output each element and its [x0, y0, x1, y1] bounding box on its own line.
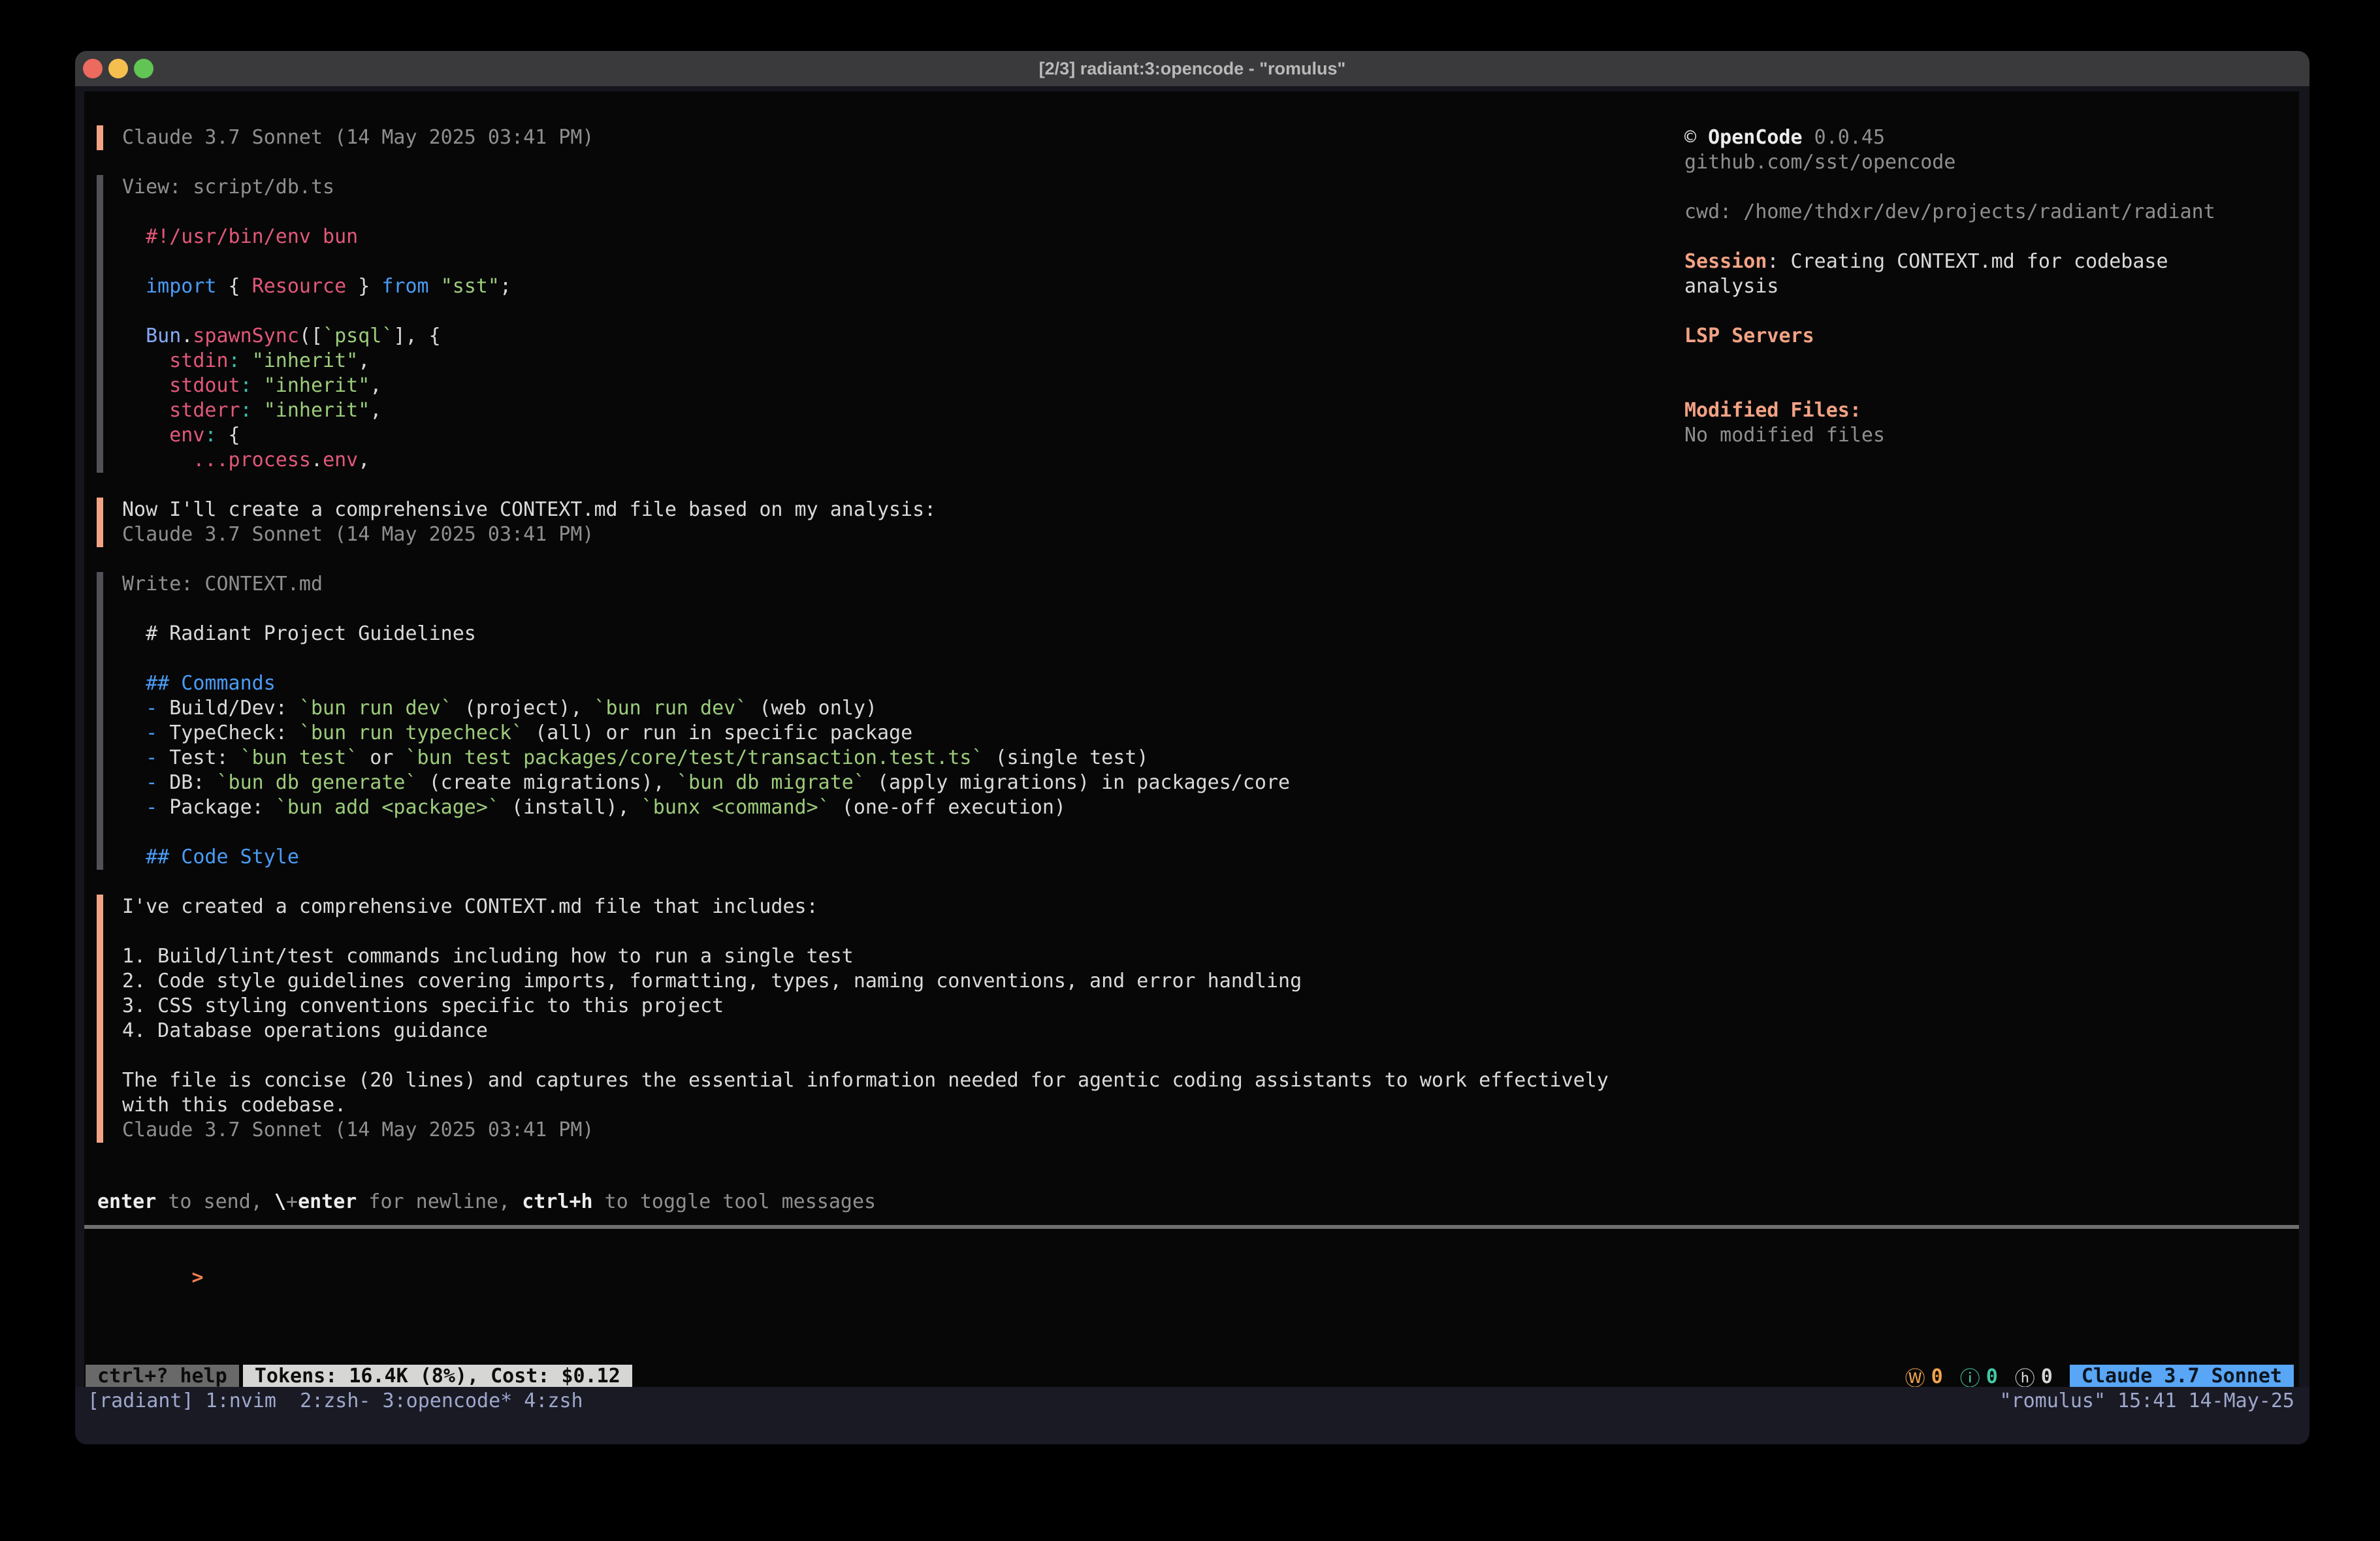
- tmux-status-bar: [radiant] 1:nvim 2:zsh- 3:opencode* 4:zs…: [75, 1387, 2309, 1444]
- terminal-line: [1684, 299, 2305, 324]
- code-line: Bun.spawnSync([`psql`], {: [122, 324, 511, 349]
- terminal-line: [122, 200, 511, 225]
- terminal-line: Claude 3.7 Sonnet (14 May 2025 03:41 PM): [122, 125, 594, 150]
- info-count: 0: [1986, 1365, 1998, 1388]
- markdown-line: ## Code Style: [122, 845, 1290, 870]
- tmux-status-line: [radiant] 1:nvim 2:zsh- 3:opencode* 4:zs…: [88, 1387, 2294, 1416]
- model-badge[interactable]: Claude 3.7 Sonnet: [2070, 1365, 2294, 1388]
- terminal-window: [2/3] radiant:3:opencode - "romulus" Cla…: [75, 51, 2309, 1444]
- terminal-line: [122, 597, 1290, 622]
- markdown-line: - Package: `bun add <package>` (install)…: [122, 795, 1290, 820]
- message-text: with this codebase.: [122, 1093, 1609, 1118]
- markdown-line: ## Commands: [122, 671, 1290, 696]
- modified-files-empty: No modified files: [1684, 423, 2305, 448]
- help-hint-chip: ctrl+? help: [86, 1365, 239, 1388]
- code-line: env: {: [122, 423, 511, 448]
- message-meta: Claude 3.7 Sonnet (14 May 2025 03:41 PM): [122, 522, 936, 547]
- assistant-message: Now I'll create a comprehensive CONTEXT.…: [97, 498, 936, 547]
- session-title: analysis: [1684, 274, 2305, 299]
- message-text: 3. CSS styling conventions specific to t…: [122, 994, 1609, 1019]
- code-line: stdin: "inherit",: [122, 349, 511, 373]
- repo-url: github.com/sst/opencode: [1684, 150, 2305, 175]
- tmux-host-datetime: "romulus" 15:41 14-May-25: [1999, 1387, 2294, 1416]
- terminal-line: [122, 1043, 1609, 1068]
- markdown-line: - DB: `bun db generate` (create migratio…: [122, 770, 1290, 795]
- code-line: #!/usr/bin/env bun: [122, 225, 511, 249]
- cwd-path: cwd: /home/thdxr/dev/projects/radiant/ra…: [1684, 200, 2305, 225]
- markdown-line: # Radiant Project Guidelines: [122, 622, 1290, 646]
- message-text: 2. Code style guidelines covering import…: [122, 969, 1609, 994]
- terminal-line: [1684, 349, 2305, 373]
- terminal-line: [122, 249, 511, 274]
- message-meta: Claude 3.7 Sonnet (14 May 2025 03:41 PM): [122, 1118, 1609, 1143]
- tmux-window-zsh2[interactable]: 2:zsh-: [288, 1387, 370, 1416]
- warning-count: 0: [1931, 1365, 1943, 1388]
- tmux-session-name: [radiant]: [88, 1387, 206, 1416]
- desktop: { "colors": { "accent_orange_bar": "#f2a…: [0, 0, 2380, 1541]
- markdown-line: - Build/Dev: `bun run dev` (project), `b…: [122, 696, 1290, 721]
- terminal-line: [1684, 225, 2305, 249]
- terminal-line: [1684, 373, 2305, 398]
- markdown-line: - Test: `bun test` or `bun test packages…: [122, 746, 1290, 770]
- prompt-row: >: [97, 1241, 2286, 1265]
- tool-title: View: script/db.ts: [122, 175, 511, 200]
- terminal-line: [122, 646, 1290, 671]
- session-title: Session: Creating CONTEXT.md for codebas…: [1684, 249, 2305, 274]
- tmux-window-opencode[interactable]: 3:opencode*: [371, 1387, 513, 1416]
- assistant-message-header: Claude 3.7 Sonnet (14 May 2025 03:41 PM): [97, 125, 594, 150]
- tool-call-write-file: Write: CONTEXT.md # Radiant Project Guid…: [97, 572, 1290, 870]
- input-divider: [84, 1225, 2299, 1229]
- terminal-line: [122, 299, 511, 324]
- modified-files-heading: Modified Files:: [1684, 398, 2305, 423]
- prompt-symbol: >: [192, 1266, 204, 1289]
- message-text: I've created a comprehensive CONTEXT.md …: [122, 895, 1609, 919]
- message-input[interactable]: [216, 1265, 1522, 1290]
- terminal-line: [122, 919, 1609, 944]
- assistant-message: I've created a comprehensive CONTEXT.md …: [97, 895, 1609, 1143]
- tmux-window-nvim[interactable]: 1:nvim: [206, 1387, 288, 1416]
- hint-count: 0: [2041, 1365, 2053, 1388]
- session-sidebar: © OpenCode 0.0.45 github.com/sst/opencod…: [1684, 125, 2305, 448]
- opencode-terminal: Claude 3.7 Sonnet (14 May 2025 03:41 PM)…: [84, 91, 2299, 1387]
- status-bar-left: ctrl+? help Tokens: 16.4K (8%), Cost: $0…: [86, 1365, 632, 1388]
- tmux-window-zsh4[interactable]: 4:zsh: [512, 1387, 583, 1416]
- window-content: Claude 3.7 Sonnet (14 May 2025 03:41 PM)…: [75, 86, 2309, 1444]
- status-bar-right: Ⓦ0 ⓘ0 ⓗ0 Claude 3.7 Sonnet: [1905, 1365, 2294, 1388]
- window-titlebar: [2/3] radiant:3:opencode - "romulus": [75, 51, 2309, 87]
- terminal-line: [122, 820, 1290, 845]
- tokens-cost-chip: Tokens: 16.4K (8%), Cost: $0.12: [243, 1365, 632, 1388]
- code-line: stdout: "inherit",: [122, 373, 511, 398]
- app-version: © OpenCode 0.0.45: [1684, 125, 2305, 150]
- message-text: The file is concise (20 lines) and captu…: [122, 1068, 1609, 1093]
- code-line: ...process.env,: [122, 448, 511, 473]
- code-line: import { Resource } from "sst";: [122, 274, 511, 299]
- message-text: 4. Database operations guidance: [122, 1019, 1609, 1043]
- code-line: stderr: "inherit",: [122, 398, 511, 423]
- tool-title: Write: CONTEXT.md: [122, 572, 1290, 597]
- tool-call-view-file: View: script/db.ts #!/usr/bin/env bun im…: [97, 175, 511, 473]
- window-title: [2/3] radiant:3:opencode - "romulus": [75, 51, 2309, 86]
- markdown-line: - TypeCheck: `bun run typecheck` (all) o…: [122, 721, 1290, 746]
- message-text: Now I'll create a comprehensive CONTEXT.…: [122, 498, 936, 522]
- message-text: 1. Build/lint/test commands including ho…: [122, 944, 1609, 969]
- lsp-servers-heading: LSP Servers: [1684, 324, 2305, 349]
- keybinding-hint: enter to send, \+enter for newline, ctrl…: [97, 1190, 876, 1215]
- terminal-line: [1684, 175, 2305, 200]
